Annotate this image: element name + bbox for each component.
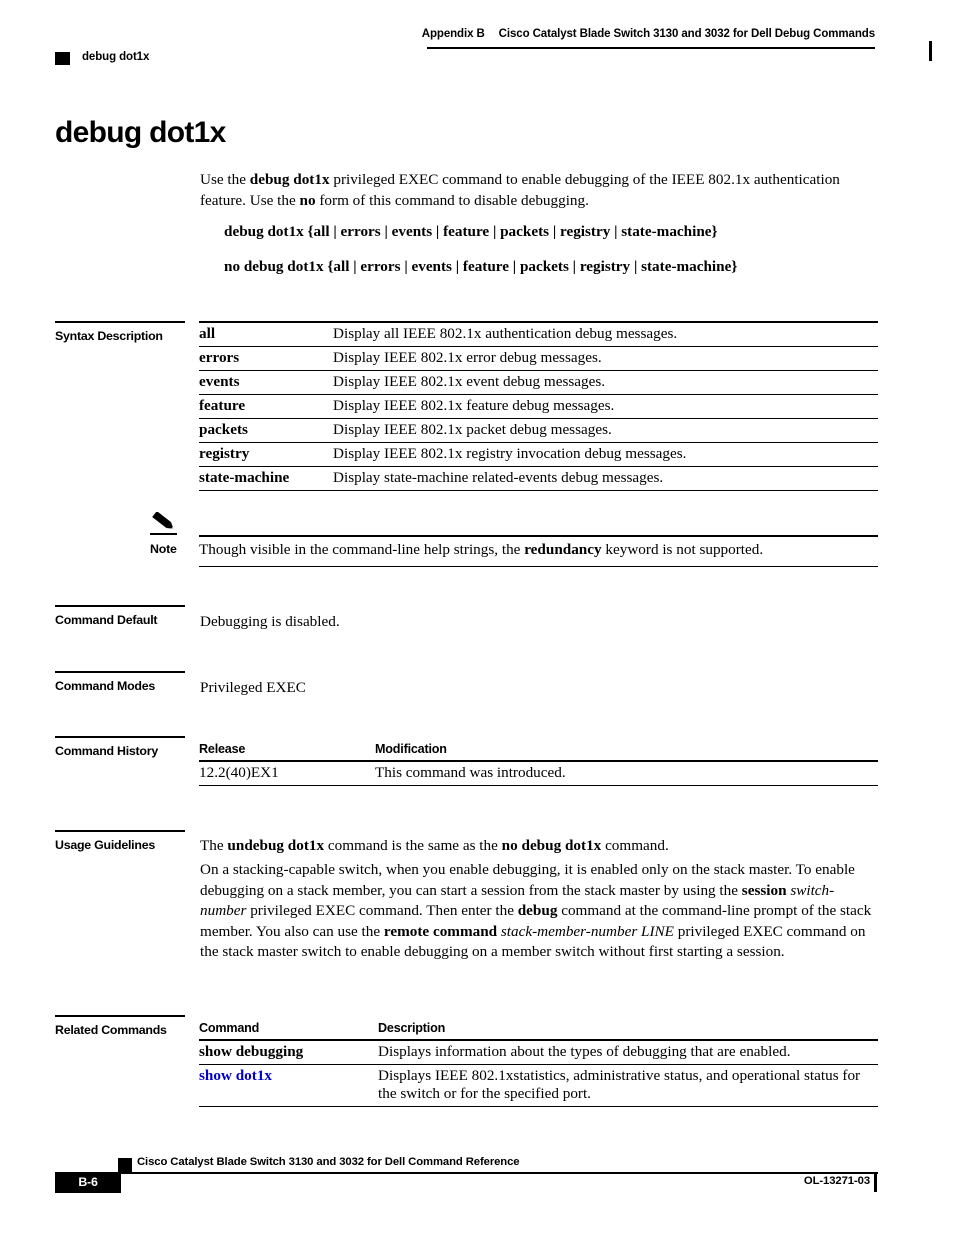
footer-page-number: B-6: [55, 1172, 121, 1193]
footer-rule: [118, 1172, 878, 1174]
document-page: Appendix B Cisco Catalyst Blade Switch 31…: [0, 0, 954, 1235]
page-footer: Cisco Catalyst Blade Switch 3130 and 303…: [0, 0, 954, 1235]
footer-document-id: OL-13271-03: [803, 1175, 870, 1187]
footer-book-title: Cisco Catalyst Blade Switch 3130 and 303…: [137, 1156, 520, 1168]
footer-end-bar: [874, 1172, 877, 1192]
footer-marker-square-icon: [118, 1158, 132, 1172]
